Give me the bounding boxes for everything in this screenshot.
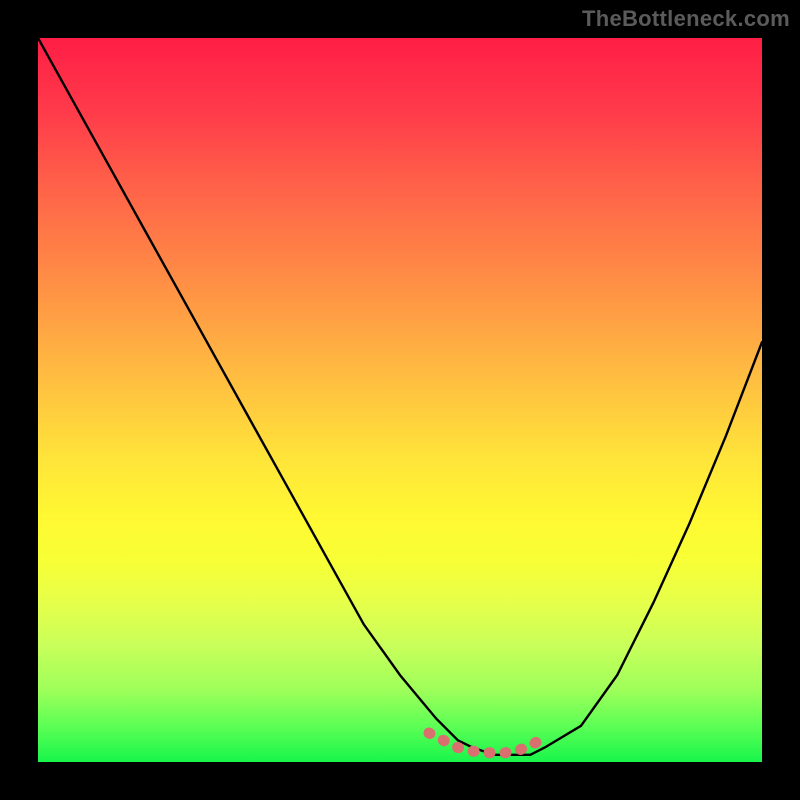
curve-svg — [38, 38, 762, 762]
watermark-label: TheBottleneck.com — [582, 6, 790, 32]
bottleneck-curve — [38, 38, 762, 755]
chart-frame: TheBottleneck.com — [0, 0, 800, 800]
flat-bottom-markers — [429, 733, 545, 753]
marker-path — [429, 733, 545, 753]
plot-area — [38, 38, 762, 762]
